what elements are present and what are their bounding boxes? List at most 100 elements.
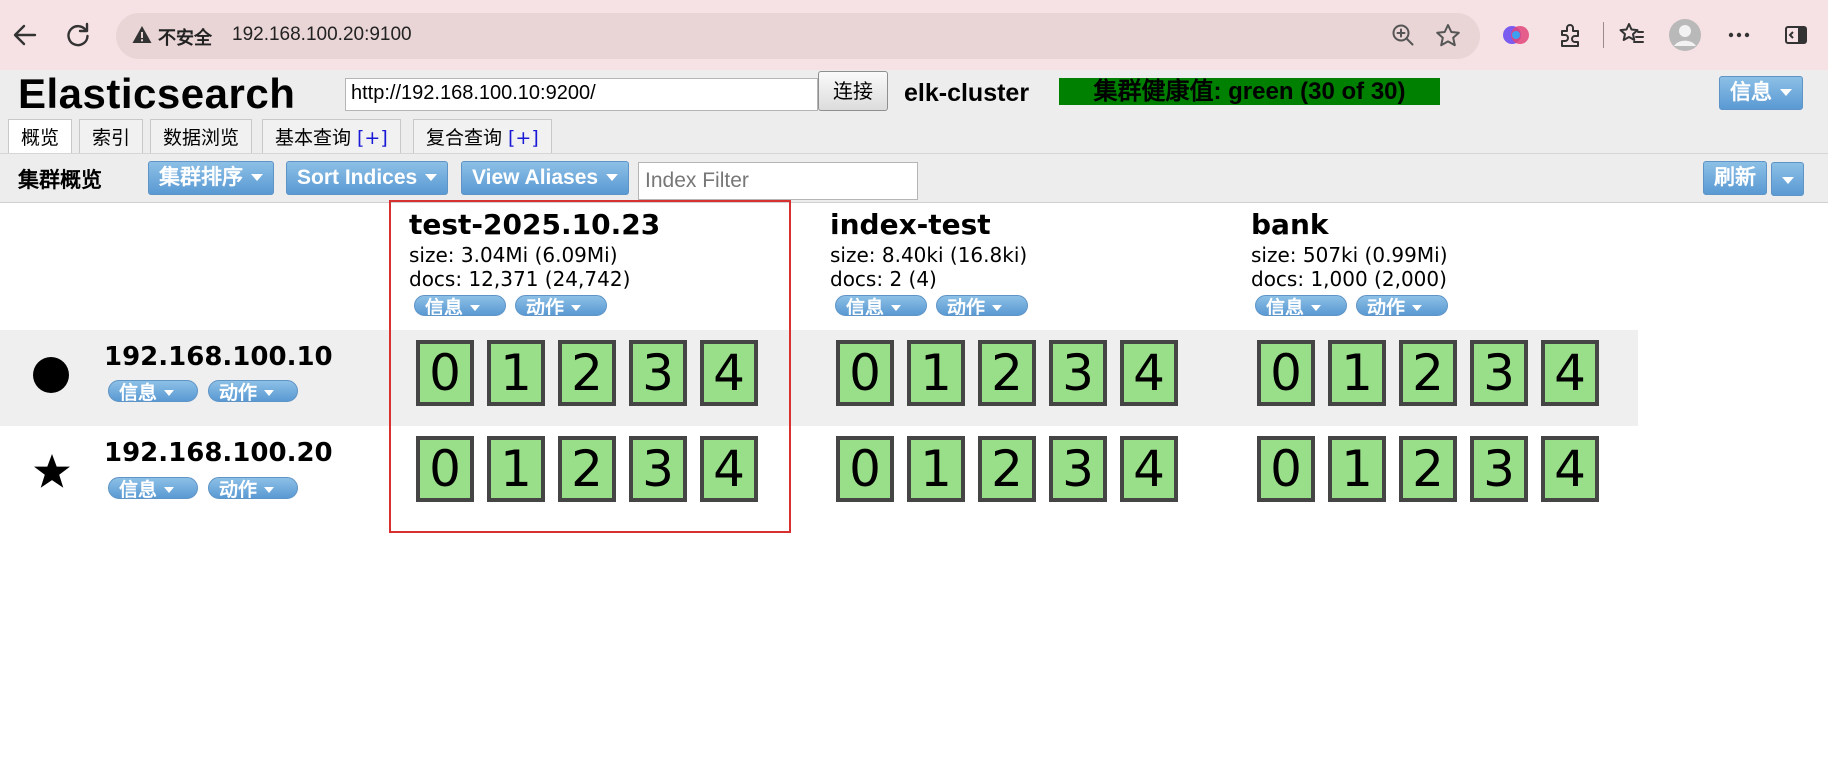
caret-down-icon [992,305,1003,311]
shard-box[interactable]: 0 [1257,340,1315,406]
info-dropdown-label: 信息 [1730,81,1772,104]
shard-box[interactable]: 4 [1120,340,1178,406]
caret-down-icon [1780,89,1792,96]
extensions-icon[interactable] [1551,16,1589,54]
index-info-label: 信息 [846,298,885,316]
sort-cluster-button[interactable]: 集群排序 [148,161,274,195]
shard-box[interactable]: 3 [1470,436,1528,502]
overview-toolbar: 集群概览 集群排序 Sort Indices View Aliases Inde… [0,153,1828,203]
refresh-button[interactable]: 刷新 [1703,161,1767,195]
caret-down-icon [1412,305,1423,311]
view-aliases-button[interactable]: View Aliases [461,161,630,195]
tab-label: 复合查询 [426,127,503,149]
node-action-label: 动作 [219,480,258,499]
caret-down-icon [264,390,275,396]
refresh-options-button[interactable] [1771,162,1804,196]
tab-overview[interactable]: 概览 [8,119,73,154]
shard-box[interactable]: 1 [1328,436,1386,502]
index-action-label: 动作 [1367,298,1406,316]
shard-box[interactable]: 0 [836,436,894,502]
add-query-icon[interactable]: [+] [357,127,388,149]
url-text[interactable]: 192.168.100.20:9100 [232,24,412,46]
star-icon [34,454,70,488]
shard-box[interactable]: 3 [1049,340,1107,406]
address-bar[interactable]: 不安全 192.168.100.20:9100 [116,13,1480,59]
index-size: size: 8.40ki (16.8ki) [830,243,1028,267]
cluster-health-badge: 集群健康值: green (30 of 30) [1059,78,1440,105]
index-name: bank [1251,208,1329,241]
node-info-button[interactable]: 信息 [108,380,198,402]
caret-down-icon [606,174,619,181]
toolbar-divider [1603,22,1604,48]
sort-indices-label: Sort Indices [297,166,418,189]
zoom-in-icon[interactable] [1390,22,1416,48]
shard-box[interactable]: 0 [1257,436,1315,502]
sort-indices-button[interactable]: Sort Indices [286,161,449,195]
page: Elasticsearch http://192.168.100.10:9200… [0,70,1828,784]
tab-data-browse[interactable]: 数据浏览 [150,119,253,153]
tab-label: 数据浏览 [163,127,240,149]
favorites-icon[interactable] [1613,16,1651,54]
caret-down-icon [1782,177,1794,184]
tab-label: 索引 [92,127,131,149]
index-info-label: 信息 [1266,298,1305,316]
tab-label: 基本查询 [275,127,352,149]
connection-url-input[interactable]: http://192.168.100.10:9200/ [345,78,818,111]
profile-avatar-icon[interactable] [1666,16,1704,54]
caret-down-icon [251,174,263,181]
shard-box[interactable]: 1 [907,340,965,406]
shard-box[interactable]: 1 [907,436,965,502]
node-info-button[interactable]: 信息 [108,477,198,499]
shard-box[interactable]: 2 [1399,340,1457,406]
index-info-button[interactable]: 信息 [1255,295,1347,316]
sort-cluster-label: 集群排序 [159,166,243,189]
add-query-icon[interactable]: [+] [508,127,539,149]
tab-basic-query[interactable]: 基本查询 [+] [262,119,401,153]
tab-indices[interactable]: 索引 [79,119,144,153]
shard-box[interactable]: 2 [1399,436,1457,502]
shard-box[interactable]: 3 [1470,340,1528,406]
connect-button[interactable]: 连接 [818,71,888,111]
node-ip: 192.168.100.10 [104,342,333,372]
favorite-star-icon[interactable] [1434,22,1462,50]
shard-box[interactable]: 2 [978,340,1036,406]
shard-box[interactable]: 2 [978,436,1036,502]
copilot-icon[interactable] [1497,16,1535,54]
index-action-button[interactable]: 动作 [1356,295,1448,316]
node-info-label: 信息 [119,383,158,402]
shard-box[interactable]: 4 [1541,340,1599,406]
sidebar-toggle-icon[interactable] [1777,16,1815,54]
view-aliases-label: View Aliases [472,166,599,189]
index-info-button[interactable]: 信息 [835,295,927,316]
app-title: Elasticsearch [18,70,296,117]
index-name: index-test [830,208,991,241]
index-filter-input[interactable]: Index Filter [638,162,918,200]
shard-box[interactable]: 1 [1328,340,1386,406]
node-action-button[interactable]: 动作 [208,380,298,402]
more-menu-icon[interactable] [1720,16,1758,54]
index-size: size: 507ki (0.99Mi) [1251,243,1448,267]
caret-down-icon [891,305,902,311]
caret-down-icon [264,487,275,493]
circle-icon [33,357,69,393]
tab-label: 概览 [21,127,60,149]
shard-box[interactable]: 0 [836,340,894,406]
tab-compound-query[interactable]: 复合查询 [+] [413,119,552,153]
caret-down-icon [164,487,175,493]
refresh-label: 刷新 [1714,166,1756,189]
node-action-button[interactable]: 动作 [208,477,298,499]
cluster-name: elk-cluster [904,79,1030,107]
security-label[interactable]: 不安全 [158,24,212,50]
info-dropdown-button[interactable]: 信息 [1719,76,1803,110]
node-action-label: 动作 [219,383,258,402]
index-action-button[interactable]: 动作 [936,295,1028,316]
back-button[interactable] [4,14,46,56]
shard-box[interactable]: 4 [1120,436,1178,502]
annotation-highlight-box [389,200,791,533]
cluster-overview-label: 集群概览 [18,168,102,192]
reload-button[interactable] [57,14,99,56]
shard-box[interactable]: 4 [1541,436,1599,502]
warning-icon [132,26,152,43]
shard-box[interactable]: 3 [1049,436,1107,502]
reload-icon [67,22,89,47]
